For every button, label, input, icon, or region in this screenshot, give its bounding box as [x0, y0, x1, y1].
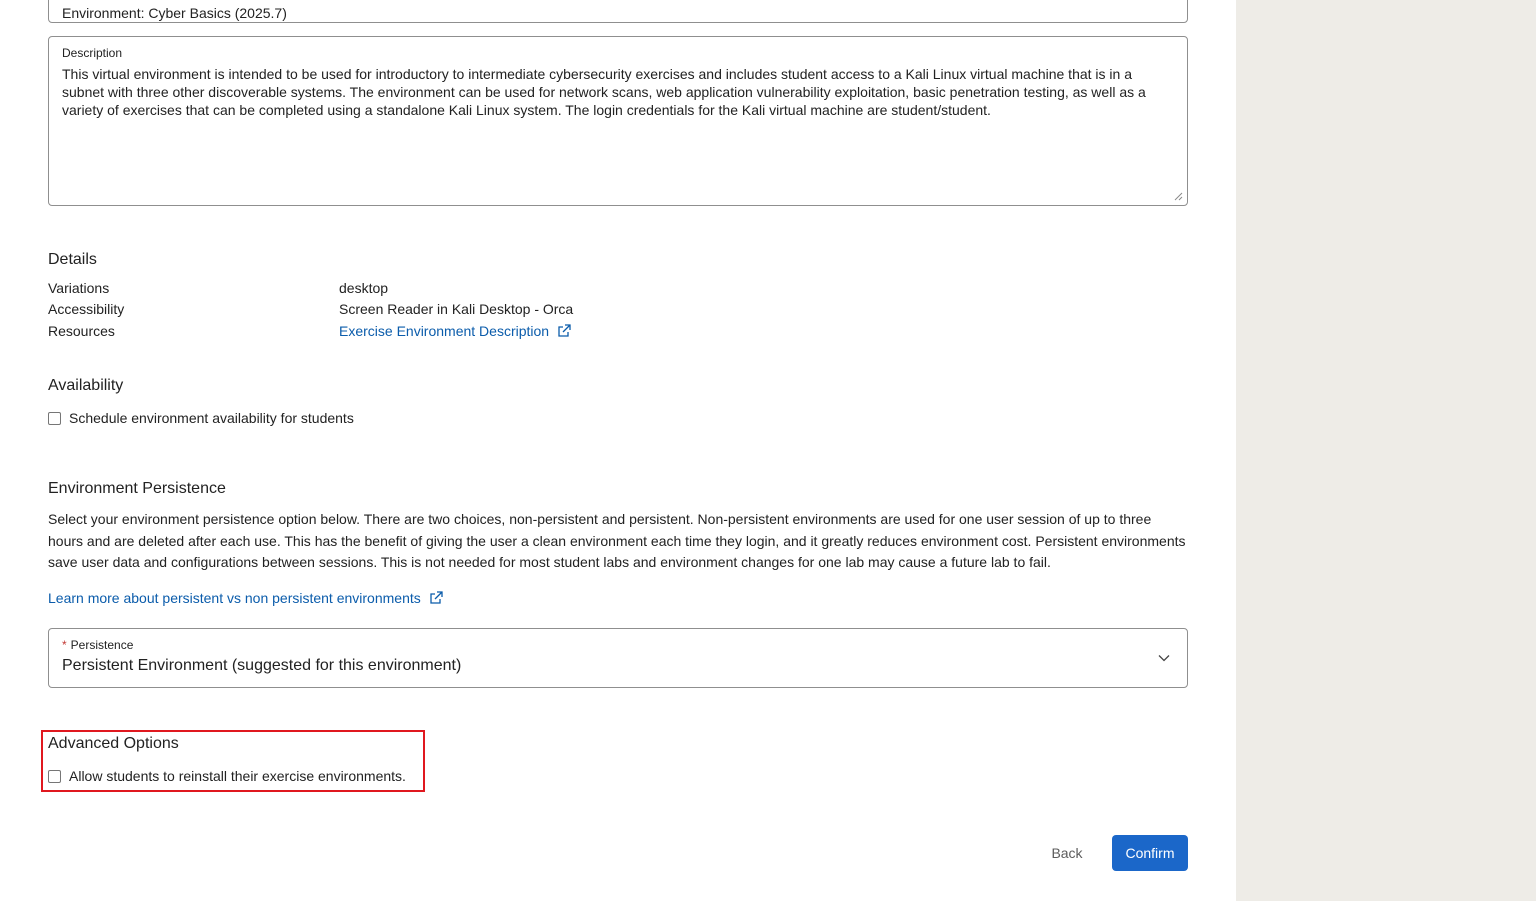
persistence-heading: Environment Persistence: [48, 480, 226, 497]
details-heading: Details: [48, 251, 97, 268]
chevron-down-icon[interactable]: [1157, 651, 1171, 665]
persistence-selected-value: Persistent Environment (suggested for th…: [62, 657, 462, 674]
allow-reinstall-checkbox[interactable]: [48, 769, 61, 783]
detail-label-accessibility: Accessibility: [48, 301, 125, 317]
allow-reinstall-row[interactable]: Allow students to reinstall their exerci…: [48, 768, 406, 784]
resources-link[interactable]: Exercise Environment Description: [339, 323, 571, 339]
detail-value-accessibility: Screen Reader in Kali Desktop - Orca: [339, 301, 574, 317]
required-marker: *: [62, 638, 67, 652]
external-link-icon: [430, 591, 443, 604]
availability-heading: Availability: [48, 377, 124, 394]
detail-value-variations: desktop: [339, 280, 389, 296]
main-panel: Environment: Cyber Basics (2025.7) Descr…: [0, 0, 1236, 901]
learn-more-link-text[interactable]: Learn more about persistent vs non persi…: [48, 590, 421, 606]
detail-label-resources: Resources: [48, 323, 115, 339]
description-textarea[interactable]: Description This virtual environment is …: [48, 36, 1188, 206]
environment-field[interactable]: Environment: Cyber Basics (2025.7): [48, 0, 1188, 23]
persistence-description: Select your environment persistence opti…: [48, 511, 1186, 570]
resize-handle-icon[interactable]: [1173, 191, 1183, 201]
resources-link-text[interactable]: Exercise Environment Description: [339, 323, 549, 339]
back-button[interactable]: Back: [1036, 835, 1098, 870]
detail-label-variations: Variations: [48, 280, 110, 296]
persistence-label-text: Persistence: [70, 638, 134, 652]
description-label: Description: [62, 46, 123, 60]
advanced-options-heading: Advanced Options: [48, 735, 179, 752]
right-side-panel: [1236, 0, 1536, 901]
allow-reinstall-label[interactable]: Allow students to reinstall their exerci…: [69, 768, 406, 784]
persistence-select-label: * Persistence: [62, 638, 133, 652]
schedule-availability-label[interactable]: Schedule environment availability for st…: [69, 410, 354, 426]
learn-more-link[interactable]: Learn more about persistent vs non persi…: [48, 590, 443, 606]
persistence-select[interactable]: * Persistence Persistent Environment (sug…: [48, 628, 1188, 688]
description-value: This virtual environment is intended to …: [62, 66, 1146, 118]
environment-value: Environment: Cyber Basics (2025.7): [62, 5, 287, 21]
schedule-availability-checkbox[interactable]: [48, 411, 61, 425]
schedule-availability-row[interactable]: Schedule environment availability for st…: [48, 410, 354, 426]
external-link-icon: [558, 324, 571, 337]
confirm-button[interactable]: Confirm: [1112, 835, 1188, 871]
